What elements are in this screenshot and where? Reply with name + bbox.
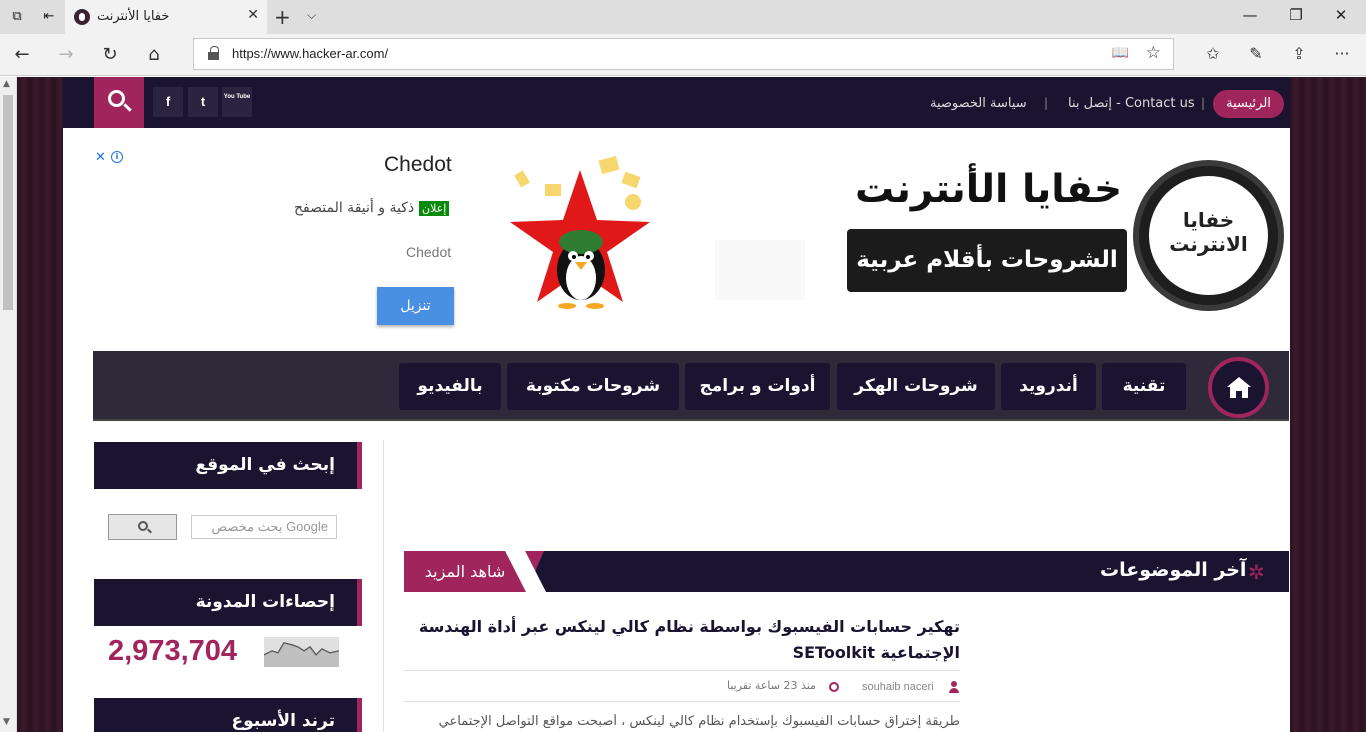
site-logo-emblem[interactable]: خفايا الانترنت	[1133, 160, 1284, 311]
latest-posts-title: آخر الموضوعات	[1100, 559, 1247, 581]
top-nav-privacy[interactable]: سياسة الخصوصية	[930, 96, 1027, 111]
url-text: https://www.hacker-ar.com/	[232, 46, 389, 61]
ad-info-icon[interactable]: i	[111, 151, 123, 163]
top-nav-separator: |	[1044, 96, 1049, 110]
site-favicon-icon	[74, 9, 90, 25]
browser-toolbar: ← → ↻ ⌂ https://www.hacker-ar.com/ 📖 ☆ ✩…	[0, 34, 1366, 76]
ad-description: ذكية و أنيقة المتصفح	[294, 200, 415, 216]
ad-subtitle: Chedot	[406, 244, 452, 260]
address-bar[interactable]: https://www.hacker-ar.com/ 📖 ☆	[193, 38, 1174, 70]
search-icon	[108, 90, 125, 107]
facebook-icon[interactable]: f	[153, 87, 183, 117]
twitter-icon[interactable]: t	[188, 87, 218, 117]
nav-item-android[interactable]: أندرويد	[1001, 363, 1096, 410]
site-logo-tagline: الشروحات بأقلام عربية	[847, 229, 1127, 292]
post-divider	[404, 701, 960, 702]
nav-item-hacking[interactable]: شروحات الهكر	[837, 363, 995, 410]
scroll-up-icon[interactable]: ▲	[3, 79, 10, 89]
restore-icon[interactable]: ❐	[1286, 6, 1306, 24]
nav-item-tech[interactable]: تقنية	[1102, 363, 1186, 410]
browser-tab-bar: ⧉ ⇤ خفايا الأنترنت ✕ + ⌵ — ❐ ✕	[0, 0, 1366, 34]
scrollbar-thumb[interactable]	[3, 95, 13, 310]
ad-download-button[interactable]: تنزيل	[377, 287, 454, 325]
more-icon[interactable]: ···	[1331, 44, 1353, 63]
google-search-button[interactable]	[108, 514, 177, 540]
ad-badge: إعلان	[419, 201, 450, 216]
site-logo-title[interactable]: خفايا الأنترنت	[855, 167, 1122, 212]
house-icon	[1227, 377, 1251, 398]
tab-actions-icon[interactable]: ⧉	[8, 8, 26, 26]
lock-icon	[208, 46, 219, 60]
gear-icon: ✲	[1248, 560, 1265, 584]
favorite-star-icon[interactable]: ☆	[1146, 43, 1161, 63]
reading-view-icon[interactable]: 📖	[1112, 45, 1129, 61]
window-close-icon[interactable]: ✕	[1331, 6, 1351, 24]
post-excerpt: طريقة إختراق حسابات الفيسبوك بإستخدام نظ…	[438, 714, 960, 729]
traffic-sparkline	[264, 637, 339, 667]
logo-emblem-text: خفايا الانترنت	[1169, 208, 1248, 256]
post-divider	[404, 670, 960, 671]
top-nav-contact[interactable]: إتصل بنا - Contact us	[1068, 96, 1195, 111]
page-scrollbar[interactable]: ▲ ▼	[0, 77, 17, 732]
clock-icon	[829, 682, 839, 692]
nav-item-written[interactable]: شروحات مكتوبة	[507, 363, 679, 410]
post-time: منذ 23 ساعة تقريبا	[727, 679, 816, 692]
home-icon[interactable]: ⌂	[142, 44, 166, 65]
top-nav-home[interactable]: الرئيسية	[1213, 90, 1284, 118]
site-search-button[interactable]	[94, 77, 144, 128]
forward-icon[interactable]: →	[54, 44, 78, 65]
user-icon	[949, 681, 959, 693]
share-icon[interactable]: ⇪	[1288, 44, 1310, 63]
back-icon[interactable]: ←	[10, 44, 34, 65]
set-aside-tabs-icon[interactable]: ⇤	[40, 8, 58, 26]
minimize-icon[interactable]: —	[1240, 6, 1260, 24]
visitor-counter: 2,973,704	[108, 635, 238, 667]
pen-icon[interactable]: ✎	[1245, 44, 1267, 63]
sidebar-search-title: إبحث في الموقع	[94, 442, 362, 489]
new-tab-icon[interactable]: +	[274, 5, 291, 29]
nav-item-tools[interactable]: أدوات و برامج	[685, 363, 830, 410]
nav-home-button[interactable]	[1208, 357, 1269, 418]
tab-title: خفايا الأنترنت	[97, 9, 170, 24]
refresh-icon[interactable]: ↻	[98, 44, 122, 65]
tab-list-chevron-icon[interactable]: ⌵	[307, 8, 316, 23]
ad-title[interactable]: Chedot	[384, 153, 452, 177]
column-divider	[383, 440, 384, 732]
scroll-down-icon[interactable]: ▼	[3, 717, 10, 727]
nav-item-video[interactable]: بالفيديو	[399, 363, 501, 410]
favorites-icon[interactable]: ✩	[1202, 44, 1224, 63]
ad-image[interactable]	[505, 150, 815, 320]
tab-close-icon[interactable]: ✕	[247, 7, 259, 23]
post-title[interactable]: تهكير حسابات الفيسبوك بواسطة نظام كالي ل…	[404, 614, 960, 666]
search-icon	[138, 521, 148, 531]
google-search-input[interactable]: بحث مخصص Google	[191, 515, 337, 539]
ad-close-icon[interactable]: ✕	[95, 150, 106, 165]
top-nav-separator: |	[1201, 96, 1206, 110]
browser-tab[interactable]: خفايا الأنترنت ✕	[65, 0, 267, 34]
sidebar-trend-title: ترند الأسبوع	[94, 698, 362, 732]
post-author[interactable]: souhaib naceri	[862, 681, 934, 693]
sidebar-stats-title: إحصاءات المدونة	[94, 579, 362, 626]
youtube-icon[interactable]: You Tube	[222, 87, 252, 117]
